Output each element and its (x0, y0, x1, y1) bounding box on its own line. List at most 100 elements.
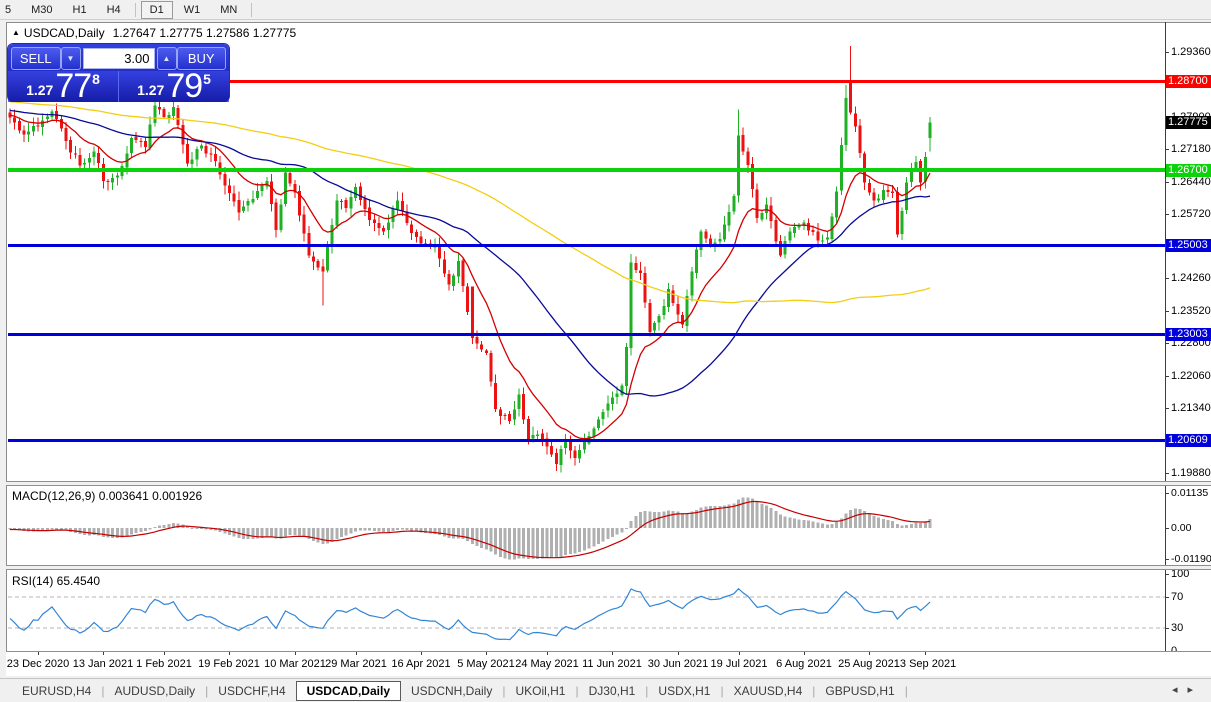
date-tick (612, 652, 613, 655)
tab-ukoil-h1[interactable]: UKOil,H1 (505, 681, 575, 701)
date-tick (421, 652, 422, 655)
timeframe-d1[interactable]: D1 (140, 0, 173, 19)
price-tick-label: 1.21340 (1171, 402, 1211, 414)
symbol-tab-bar: EURUSD,H4 | AUDUSD,Daily | USDCHF,H4 USDCA… (0, 678, 1211, 702)
date-tick-label: 6 Aug 2021 (776, 658, 832, 670)
timeframe-w1[interactable]: W1 (175, 1, 210, 19)
timeframe-toolbar: 5 M30 H1 H4 D1 W1 MN (0, 0, 1211, 20)
buy-price-prefix: 1.27 (137, 82, 165, 98)
price-tick (1165, 149, 1169, 150)
price-tick (1165, 343, 1169, 344)
price-badge: 1.27775 (1166, 116, 1211, 129)
volume-input[interactable] (82, 47, 155, 69)
date-tick (229, 652, 230, 655)
macd-tick-label: 0.00 (1171, 522, 1192, 534)
sell-button[interactable]: SELL (11, 46, 61, 70)
price-tick (1165, 52, 1169, 53)
macd-tick-label: -0.011904 (1171, 553, 1211, 565)
price-tick-label: 1.29360 (1171, 46, 1211, 58)
tab-separator: | (904, 683, 908, 698)
date-tick (295, 652, 296, 655)
tab-audusd-daily[interactable]: AUDUSD,Daily (104, 681, 205, 701)
date-tick (869, 652, 870, 655)
toolbar-separator (251, 2, 253, 17)
price-tick (1165, 278, 1169, 279)
time-axis[interactable]: 23 Dec 2020 13 Jan 2021 1 Feb 2021 19 Feb 2… (6, 652, 1211, 676)
price-tick (1165, 214, 1169, 215)
tab-gbpusd-h1[interactable]: GBPUSD,H1 (815, 681, 904, 701)
date-tick (925, 652, 926, 655)
sell-price-prefix: 1.27 (26, 82, 54, 98)
sell-price-digits: 77 (55, 67, 92, 105)
tab-dj30-h1[interactable]: DJ30,H1 (579, 681, 646, 701)
date-tick (486, 652, 487, 655)
macd-tick-label: 0.01135 (1171, 487, 1209, 499)
date-tick-label: 30 Jun 2021 (647, 658, 709, 670)
date-tick-label: 23 Dec 2020 (6, 658, 70, 670)
macd-chart[interactable] (8, 486, 1165, 565)
toolbar-separator (134, 2, 136, 17)
rsi-tick (1165, 628, 1169, 629)
timeframe-mn[interactable]: MN (211, 1, 246, 19)
buy-price-digits: 79 (166, 67, 203, 105)
price-tick (1165, 311, 1169, 312)
tab-usdx-h1[interactable]: USDX,H1 (648, 681, 720, 701)
tab-usdcnh-daily[interactable]: USDCNH,Daily (401, 681, 502, 701)
macd-tick (1165, 528, 1169, 529)
tab-eurusd-h4[interactable]: EURUSD,H4 (12, 681, 101, 701)
date-tick (38, 652, 39, 655)
sell-price-pip: 8 (92, 71, 100, 87)
price-badge: 1.28700 (1166, 75, 1211, 88)
price-tick-label: 1.22060 (1171, 370, 1211, 382)
date-tick (356, 652, 357, 655)
arrow-down-icon: ▼ (66, 53, 75, 63)
date-tick-label: 10 Mar 2021 (264, 658, 326, 670)
rsi-tick (1165, 574, 1169, 575)
date-tick (739, 652, 740, 655)
tab-usdchf-h4[interactable]: USDCHF,H4 (208, 681, 295, 701)
price-tick-label: 1.23520 (1171, 305, 1211, 317)
rsi-chart[interactable] (8, 570, 1165, 651)
tab-scroll-right-icon[interactable]: ▸ (1187, 684, 1203, 696)
sell-price-button[interactable]: 1.27 77 8 (8, 67, 118, 105)
timeframe-m30[interactable]: M30 (22, 1, 61, 19)
tab-scroll-left-icon[interactable]: ◂ (1172, 684, 1188, 696)
price-tick (1165, 408, 1169, 409)
date-tick-label: 19 Feb 2021 (198, 658, 260, 670)
date-tick-label: 5 May 2021 (457, 658, 515, 670)
date-tick (103, 652, 104, 655)
date-tick-label: 16 Apr 2021 (391, 658, 451, 670)
price-badge: 1.26700 (1166, 164, 1211, 177)
date-tick-label: 13 Jan 2021 (72, 658, 134, 670)
timeframe-m5[interactable]: 5 (1, 1, 20, 19)
date-tick-label: 11 Jun 2021 (582, 658, 642, 670)
rsi-tick-label: 70 (1171, 591, 1184, 603)
timeframe-h1[interactable]: H1 (64, 1, 96, 19)
rsi-tick-label: 30 (1171, 622, 1184, 634)
price-tick (1165, 182, 1169, 183)
price-badge: 1.25003 (1166, 239, 1211, 252)
price-tick-label: 1.25720 (1171, 208, 1211, 220)
price-badge: 1.20609 (1166, 434, 1211, 447)
price-tick-label: 1.27180 (1171, 143, 1211, 155)
arrow-up-icon: ▲ (162, 53, 171, 63)
date-tick-label: 13 Sep 2021 (893, 658, 957, 670)
date-tick-label: 25 Aug 2021 (838, 658, 900, 670)
price-badge: 1.23003 (1166, 328, 1211, 341)
macd-tick (1165, 493, 1169, 494)
buy-price-button[interactable]: 1.27 79 5 (119, 67, 229, 105)
price-tick (1165, 473, 1169, 474)
date-tick-label: 29 Mar 2021 (325, 658, 387, 670)
buy-price-pip: 5 (203, 71, 211, 87)
date-tick (164, 652, 165, 655)
tab-xauusd-h4[interactable]: XAUUSD,H4 (724, 681, 813, 701)
macd-tick (1165, 559, 1169, 560)
date-tick (678, 652, 679, 655)
price-tick-label: 1.26440 (1171, 176, 1211, 188)
tab-usdcad-daily[interactable]: USDCAD,Daily (295, 680, 401, 701)
price-tick-label: 1.24260 (1171, 272, 1211, 284)
date-tick-label: 19 Jul 2021 (710, 658, 768, 670)
timeframe-h4[interactable]: H4 (98, 1, 130, 19)
rsi-tick (1165, 597, 1169, 598)
one-click-trading-panel: SELL ▼ ▲ BUY 1.27 77 8 1.27 79 5 (8, 44, 229, 105)
